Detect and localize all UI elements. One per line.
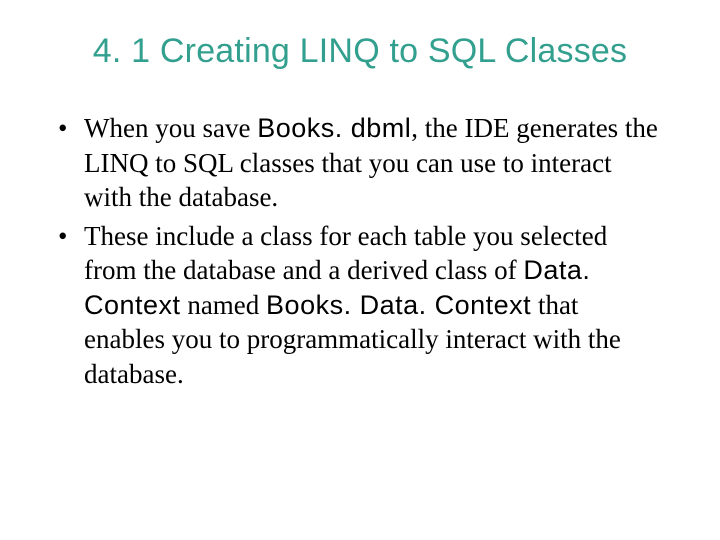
text-run: named (181, 290, 266, 320)
code-run: Books. Data. Context (266, 290, 531, 320)
slide-title: 4. 1 Creating LINQ to SQL Classes (50, 32, 670, 71)
bullet-list: When you save Books. dbml, the IDE gener… (50, 111, 670, 391)
text-run: When you save (84, 113, 257, 143)
list-item: These include a class for each table you… (54, 219, 660, 392)
slide: 4. 1 Creating LINQ to SQL Classes When y… (0, 0, 720, 540)
list-item: When you save Books. dbml, the IDE gener… (54, 111, 660, 215)
code-run: Books. dbml (257, 113, 411, 143)
